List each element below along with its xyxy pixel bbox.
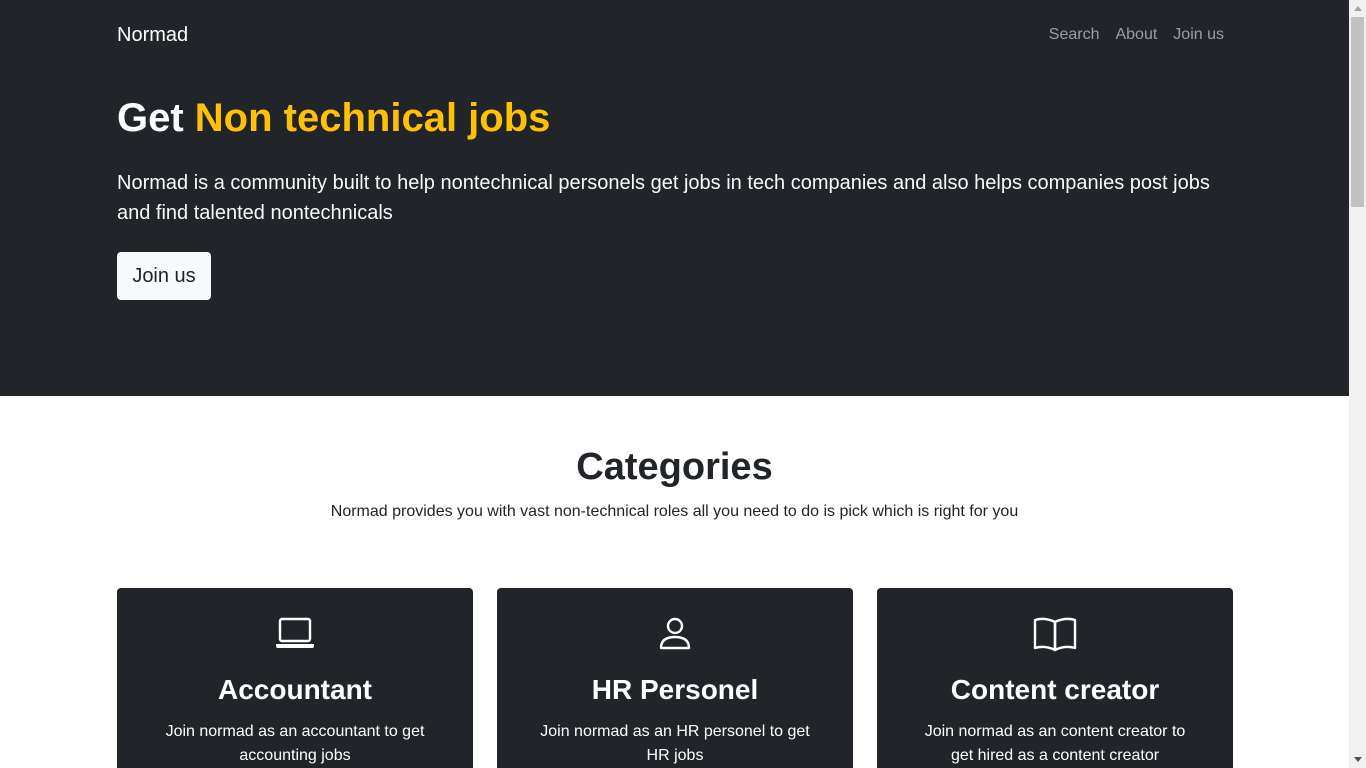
- card-title: Accountant: [218, 674, 372, 705]
- scroll-down-arrow-icon[interactable]: [1349, 751, 1366, 768]
- nav-about-link[interactable]: About: [1115, 26, 1157, 44]
- book-icon: [1033, 617, 1077, 652]
- brand-logo[interactable]: Normad: [117, 24, 188, 47]
- card-title: HR Personel: [591, 674, 759, 705]
- hero-title-accent: Non technical jobs: [194, 96, 551, 140]
- scroll-up-arrow-icon[interactable]: [1349, 0, 1366, 17]
- hero-title-prefix: Get: [117, 96, 195, 140]
- categories-title: Categories: [576, 446, 773, 488]
- card-text: Join normad as an content creator to get…: [924, 723, 1186, 764]
- page: Normad Search About Join us Get Non tech…: [0, 0, 1349, 768]
- card-title: Content creator: [950, 674, 1160, 705]
- join-us-button[interactable]: Join us: [117, 252, 211, 300]
- nav-search-link[interactable]: Search: [1049, 26, 1100, 44]
- card-text: Join normad as an HR personel to get HR …: [540, 723, 810, 764]
- hero-lead: Normad is a community built to help nont…: [117, 172, 1210, 224]
- vertical-scrollbar[interactable]: [1349, 0, 1366, 768]
- card-text: Join normad as an accountant to get acco…: [165, 723, 425, 764]
- category-card-hr[interactable]: HR Personel Join normad as an HR persone…: [497, 588, 853, 768]
- hero-title: Get Non technical jobs: [117, 96, 550, 141]
- nav-join-link[interactable]: Join us: [1173, 26, 1224, 44]
- categories-subtitle: Normad provides you with vast non-techni…: [330, 503, 1019, 520]
- person-icon: [659, 617, 691, 650]
- hero-section: Normad Search About Join us Get Non tech…: [0, 0, 1349, 396]
- top-nav: Search About Join us: [1049, 26, 1224, 44]
- category-card-accountant[interactable]: Accountant Join normad as an accountant …: [117, 588, 473, 768]
- scrollbar-thumb[interactable]: [1351, 17, 1364, 207]
- laptop-icon: [276, 617, 314, 648]
- category-card-content-creator[interactable]: Content creator Join normad as an conten…: [877, 588, 1233, 768]
